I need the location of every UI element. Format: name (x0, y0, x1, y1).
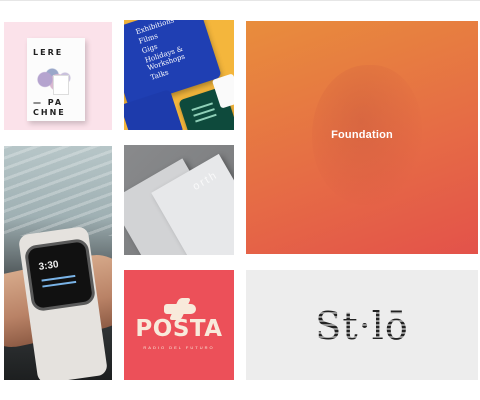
gallery-tile-lere-pachne[interactable]: LERE — PA CHNE (4, 22, 112, 130)
gallery-tile-posta[interactable]: POSTA RADIO DEL FUTURO (124, 270, 234, 380)
posta-logo-text: POSTA (135, 316, 223, 342)
photo-background (4, 146, 112, 236)
gallery-tile-tablets[interactable]: Exhibitions Films Gigs Holidays & Worksh… (124, 20, 234, 130)
gallery-tile-watch[interactable]: 3:30 (4, 146, 112, 380)
gallery-tile-st-lo[interactable]: St·lō (246, 270, 478, 380)
gallery-tile-foundation[interactable]: Foundation (246, 21, 478, 254)
book-title-line-3: CHNE (33, 108, 66, 117)
book-cover-image: LERE — PA CHNE (27, 38, 85, 121)
posta-subtitle: RADIO DEL FUTURO (143, 345, 215, 350)
book-title-line-2: — PA (33, 98, 64, 107)
gallery-tile-stationery[interactable]: orth (124, 145, 234, 255)
logo-line-pattern (310, 300, 414, 354)
airplane-icon (164, 304, 196, 314)
foundation-label: Foundation (331, 129, 393, 141)
book-card (53, 75, 69, 95)
smartwatch-image: 3:30 (23, 237, 97, 313)
watch-time: 3:30 (37, 259, 60, 273)
book-title-line-1: LERE (33, 48, 64, 57)
top-divider (0, 0, 480, 1)
